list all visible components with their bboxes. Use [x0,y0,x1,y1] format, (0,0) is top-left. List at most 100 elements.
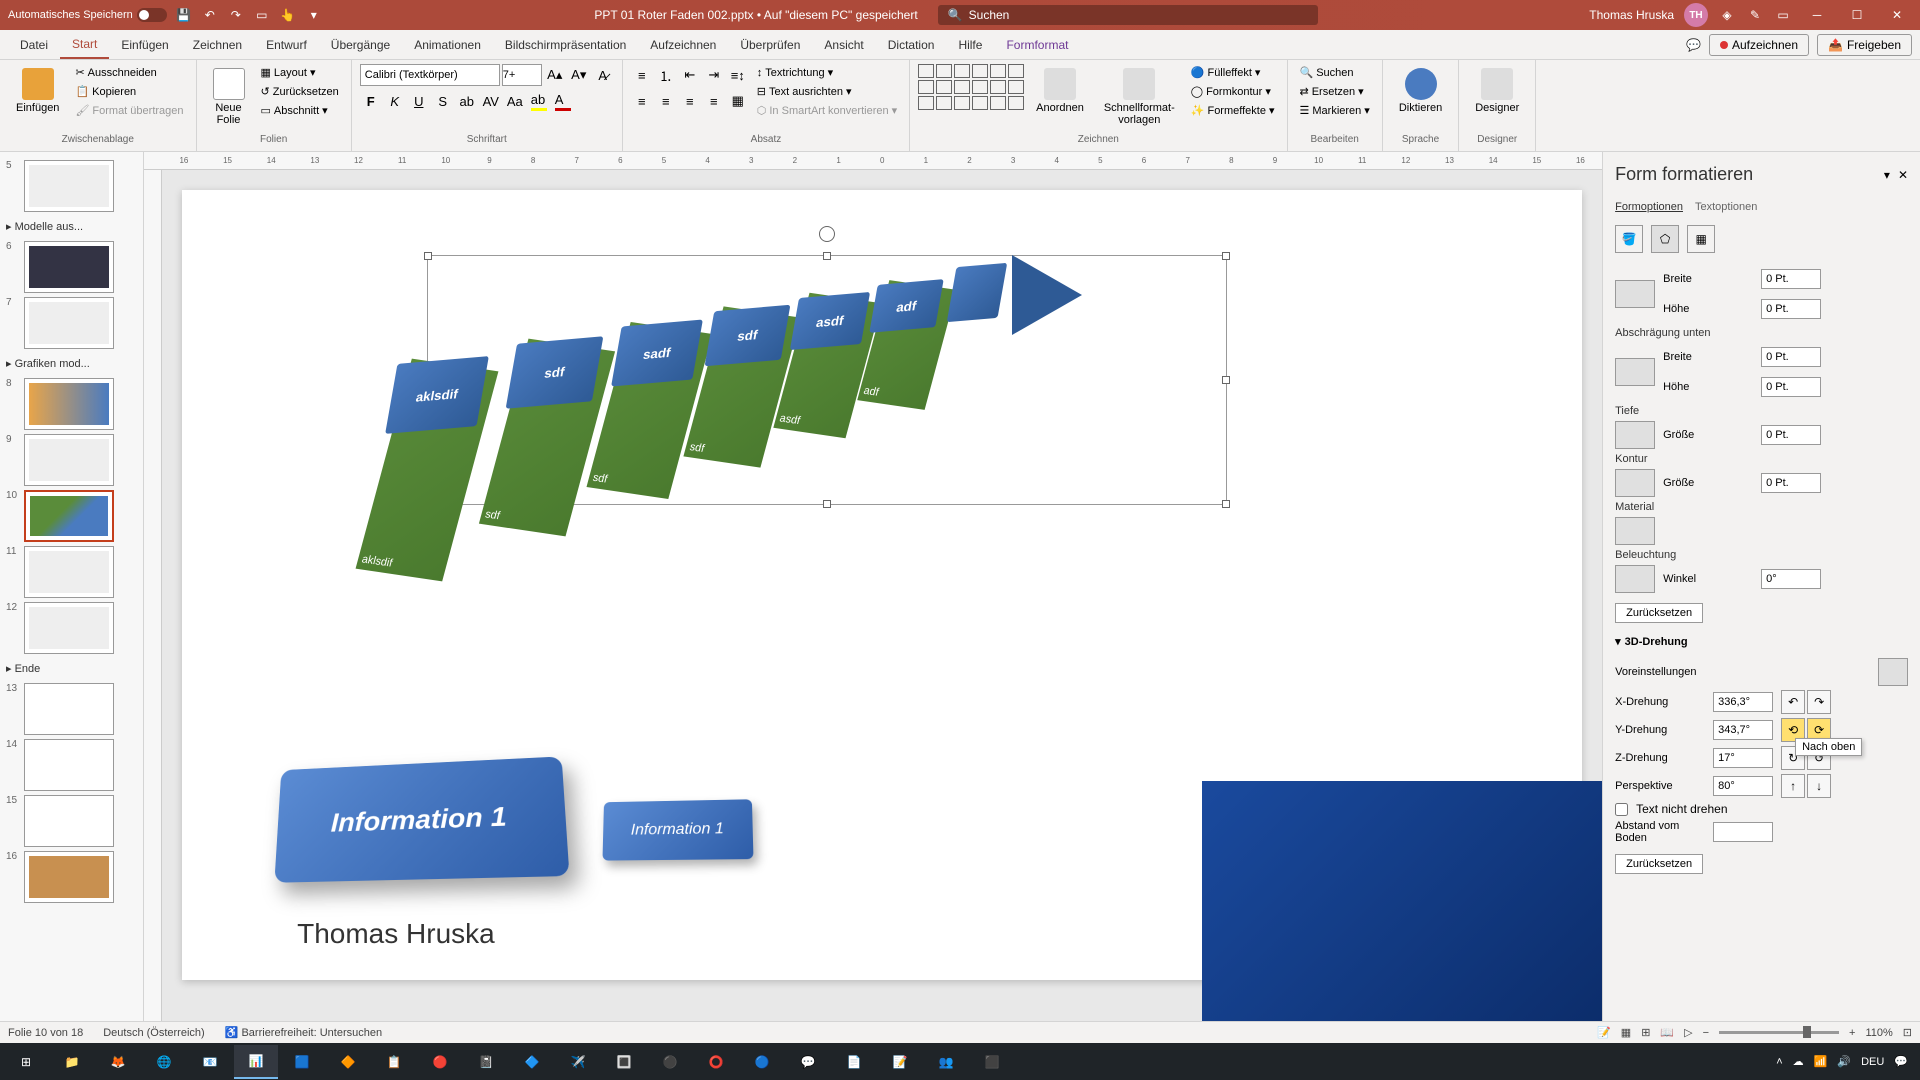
teams-icon[interactable]: 👥 [924,1045,968,1079]
blue-block-2[interactable]: sdf [506,336,604,408]
close-button[interactable]: ✕ [1882,5,1912,25]
line-spacing-button[interactable]: ≡↕ [727,64,749,86]
minimize-button[interactable]: ─ [1802,5,1832,25]
app-icon-6[interactable]: 🔵 [740,1045,784,1079]
tab-formformat[interactable]: Formformat [994,32,1080,58]
font-size-select[interactable] [502,64,542,86]
resize-handle-mr[interactable] [1222,376,1230,384]
tab-zeichnen[interactable]: Zeichnen [181,32,254,58]
app-icon-7[interactable]: 💬 [786,1045,830,1079]
app-icon-1[interactable]: 🟦 [280,1045,324,1079]
powerpoint-icon[interactable]: 📊 [234,1045,278,1079]
qat-more-icon[interactable]: ▾ [305,6,323,24]
depth-size-input[interactable] [1761,425,1821,445]
highlight-button[interactable]: ab [528,90,550,112]
lighting-angle-input[interactable] [1761,569,1821,589]
app-icon-2[interactable]: 📋 [372,1045,416,1079]
arrange-button[interactable]: Anordnen [1028,64,1092,118]
x-rotate-right-button[interactable]: ↷ [1807,690,1831,714]
underline-button[interactable]: U [408,90,430,112]
reading-view-button[interactable]: 📖 [1660,1026,1674,1039]
undo-icon[interactable]: ↶ [201,6,219,24]
onenote-icon[interactable]: 📓 [464,1045,508,1079]
text-direction-button[interactable]: ↕ Textrichtung ▾ [753,64,901,81]
fill-line-icon[interactable]: 🪣 [1615,225,1643,253]
touch-mode-icon[interactable]: 👆 [279,6,297,24]
zoom-in-button[interactable]: + [1849,1027,1855,1039]
save-icon[interactable]: 💾 [175,6,193,24]
zoom-out-button[interactable]: − [1703,1027,1709,1039]
new-slide-button[interactable]: Neue Folie [205,64,253,130]
numbering-button[interactable]: ⒈ [655,64,677,86]
zoom-slider[interactable] [1719,1031,1839,1034]
start-button[interactable]: ⊞ [4,1045,48,1079]
find-button[interactable]: 🔍 Suchen [1296,64,1374,81]
effects-icon[interactable]: ⬠ [1651,225,1679,253]
section-modelle[interactable]: ▸ Modelle aus... [4,216,139,237]
resize-handle-tr[interactable] [1222,252,1230,260]
thumb-14[interactable] [24,739,114,791]
quick-styles-button[interactable]: Schnellformat- vorlagen [1096,64,1183,130]
tray-sync-icon[interactable]: ☁ [1793,1055,1804,1068]
slide-counter[interactable]: Folie 10 von 18 [8,1027,83,1039]
x-rotation-input[interactable] [1713,692,1773,712]
resize-handle-tl[interactable] [424,252,432,260]
replace-button[interactable]: ⇄ Ersetzen ▾ [1296,83,1374,100]
thumb-15[interactable] [24,795,114,847]
ribbon-display-icon[interactable]: ▭ [1774,6,1792,24]
blue-block-4[interactable]: sdf [705,305,791,367]
justify-button[interactable]: ≡ [703,90,725,112]
perspective-input[interactable] [1713,776,1773,796]
firefox-icon[interactable]: 🦊 [96,1045,140,1079]
normal-view-button[interactable]: ▦ [1621,1026,1631,1039]
y-rotation-input[interactable] [1713,720,1773,740]
notes-button[interactable]: 📝 [1597,1026,1611,1039]
spacing-button[interactable]: AV [480,90,502,112]
tray-volume-icon[interactable]: 🔊 [1837,1055,1851,1068]
share-button[interactable]: 📤Freigeben [1817,34,1912,56]
thumb-12[interactable] [24,602,114,654]
tray-language[interactable]: DEU [1861,1056,1884,1068]
shrink-font-button[interactable]: A▾ [568,64,590,86]
decrease-indent-button[interactable]: ⇤ [679,64,701,86]
explorer-icon[interactable]: 📁 [50,1045,94,1079]
arrow-body[interactable] [947,263,1007,322]
record-button[interactable]: Aufzeichnen [1709,34,1809,56]
tab-einfuegen[interactable]: Einfügen [109,32,180,58]
cut-button[interactable]: ✂ Ausschneiden [71,64,187,81]
preset-swatch[interactable] [1878,658,1908,686]
slide-canvas[interactable]: aklsdif sdf sdf sdf asdf adf aklsdif sdf… [162,170,1602,1021]
font-color-button[interactable]: A [552,90,574,112]
tray-notifications-icon[interactable]: 💬 [1894,1055,1908,1068]
thumb-9[interactable] [24,434,114,486]
autosave-toggle[interactable]: Automatisches Speichern [8,8,167,22]
thumb-11[interactable] [24,546,114,598]
telegram-icon[interactable]: ✈️ [556,1045,600,1079]
visio-icon[interactable]: 🔷 [510,1045,554,1079]
slideshow-view-button[interactable]: ▷ [1684,1026,1692,1039]
align-text-button[interactable]: ⊟ Text ausrichten ▾ [753,83,901,100]
size-props-icon[interactable]: ▦ [1687,225,1715,253]
columns-button[interactable]: ▦ [727,90,749,112]
author-text[interactable]: Thomas Hruska [297,918,495,950]
section-ende[interactable]: ▸ Ende [4,658,139,679]
tab-datei[interactable]: Datei [8,32,60,58]
maximize-button[interactable]: ☐ [1842,5,1872,25]
strikethrough-button[interactable]: S [432,90,454,112]
bevel-bottom-swatch[interactable] [1615,358,1655,386]
copy-button[interactable]: 📋 Kopieren [71,83,187,100]
sorter-view-button[interactable]: ⊞ [1641,1026,1650,1039]
smartart-button[interactable]: ⬡ In SmartArt konvertieren ▾ [753,102,901,119]
distance-from-ground-input[interactable] [1713,822,1773,842]
pane-tab-text[interactable]: Textoptionen [1695,197,1757,217]
reset-3drotation-button[interactable]: Zurücksetzen [1615,854,1703,874]
slide-thumbnails[interactable]: 5 ▸ Modelle aus... 6 7 ▸ Grafiken mod...… [0,152,144,1021]
obs-icon[interactable]: ⚫ [648,1045,692,1079]
dictate-button[interactable]: Diktieren [1391,64,1450,118]
depth-color-swatch[interactable] [1615,421,1655,449]
document-title[interactable]: PPT 01 Roter Faden 002.pptx • Auf "diese… [594,8,917,22]
blue-block-6[interactable]: adf [869,279,943,333]
grow-font-button[interactable]: A▴ [544,64,566,86]
tab-start[interactable]: Start [60,31,109,59]
perspective-up-button[interactable]: ↑ [1781,774,1805,798]
